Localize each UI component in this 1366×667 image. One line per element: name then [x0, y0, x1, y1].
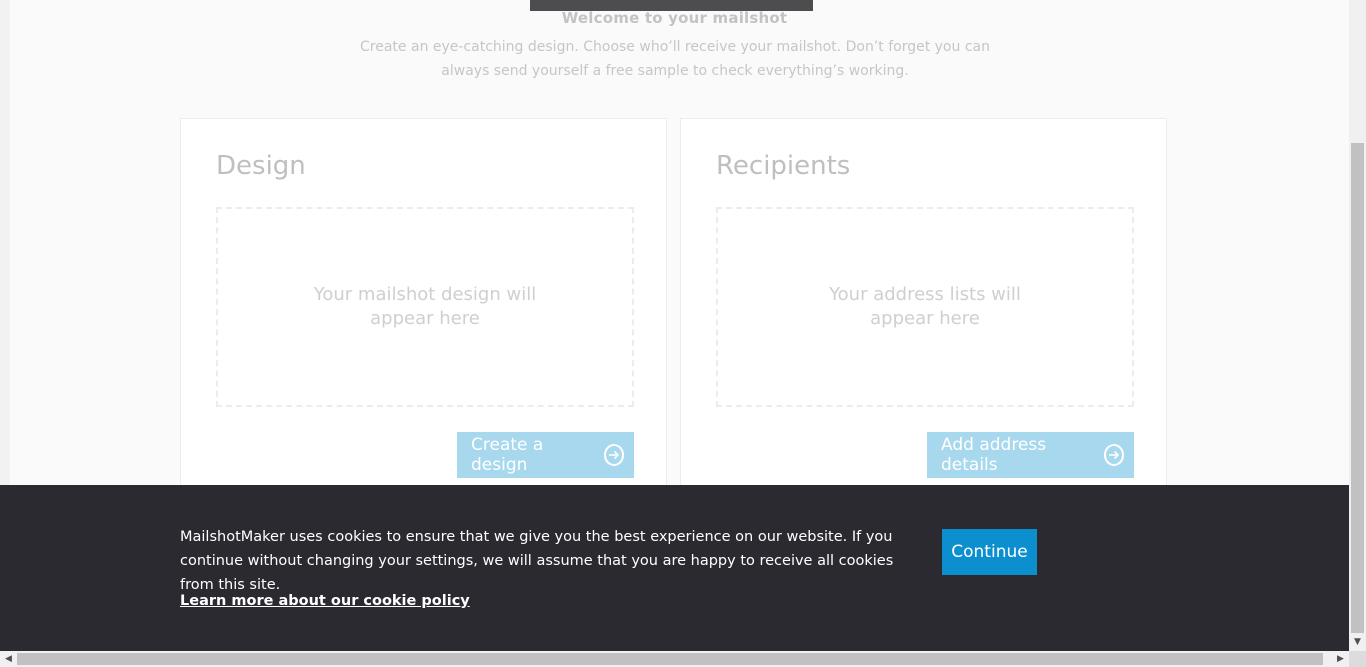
scroll-right-arrow-icon[interactable]: ▶ — [1332, 651, 1349, 667]
recipients-card: Recipients Your address lists will appea… — [680, 118, 1167, 538]
design-card-title: Design — [216, 151, 306, 181]
design-dropzone: Your mailshot design will appear here — [216, 207, 634, 407]
page-title: Welcome to your mailshot — [561, 9, 788, 27]
horizontal-scrollbar[interactable]: ◀ ▶ — [0, 651, 1349, 667]
add-address-details-button-label: Add address details — [941, 435, 1047, 475]
vertical-scrollbar-thumb[interactable] — [1351, 143, 1364, 633]
add-address-details-button[interactable]: Add address details — [927, 432, 1134, 478]
scroll-left-arrow-icon[interactable]: ◀ — [0, 651, 17, 667]
vertical-scrollbar[interactable]: ▼ — [1349, 0, 1366, 651]
viewport: Welcome to your mailshot Create an eye-c… — [0, 0, 1349, 651]
arrow-right-circle-icon — [1103, 444, 1124, 466]
create-design-button[interactable]: Create a design — [457, 432, 634, 478]
recipients-dropzone: Your address lists will appear here — [716, 207, 1134, 407]
cookie-policy-link[interactable]: Learn more about our cookie policy — [180, 593, 470, 609]
design-card: Design Your mailshot design will appear … — [180, 118, 667, 538]
scrollbar-corner — [1349, 651, 1366, 667]
create-design-button-label: Create a design — [471, 435, 544, 475]
design-placeholder-text: Your mailshot design will appear here — [313, 284, 537, 329]
cookie-message: MailshotMaker uses cookies to ensure tha… — [180, 529, 894, 593]
recipients-card-title: Recipients — [716, 151, 851, 181]
cookie-banner: MailshotMaker uses cookies to ensure tha… — [0, 485, 1349, 651]
arrow-right-circle-icon — [603, 444, 624, 466]
scroll-down-arrow-icon[interactable]: ▼ — [1349, 634, 1366, 651]
page-subtitle: Create an eye-catching design. Choose wh… — [360, 39, 990, 79]
continue-button[interactable]: Continue — [942, 529, 1037, 575]
horizontal-scrollbar-thumb[interactable] — [17, 653, 1323, 665]
recipients-placeholder-text: Your address lists will appear here — [829, 284, 1021, 329]
